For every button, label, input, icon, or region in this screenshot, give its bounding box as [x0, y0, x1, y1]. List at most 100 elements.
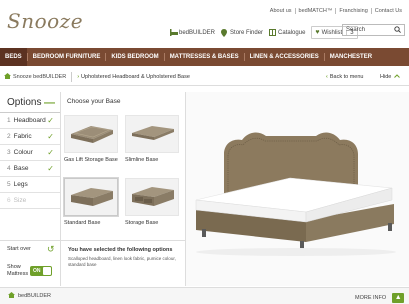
option-label: Size	[13, 197, 27, 204]
base-tile-gas-lift[interactable]: Gas Lift Storage Base	[64, 115, 118, 163]
crumb-divider	[71, 72, 73, 82]
option-label: Base	[13, 165, 29, 172]
contact-us-link[interactable]: Contact Us	[370, 8, 405, 14]
home-icon	[8, 292, 15, 300]
check-icon: ✓	[47, 132, 54, 141]
crumb-home-label: Snooze bedBUILDER	[13, 74, 67, 80]
catalogue-icon	[269, 29, 277, 36]
check-icon: ✓	[47, 148, 54, 157]
show-mattress-line1: Show	[7, 264, 21, 270]
option-size: 6 Size	[0, 193, 60, 209]
more-info-label: MORE INFO	[355, 295, 387, 301]
selection-summary-title: You have selected the following options	[68, 247, 173, 253]
option-label: Fabric	[13, 133, 32, 140]
bedbuilder-link[interactable]: bedBUILDER	[170, 29, 215, 36]
option-base[interactable]: 4 Base ✓	[0, 161, 60, 177]
base-tile-label: Storage Base	[125, 220, 159, 226]
option-fabric[interactable]: 2 Fabric ✓	[0, 129, 60, 145]
more-info-button[interactable]: MORE INFO ▲	[355, 293, 405, 303]
show-mattress-label: Show Mattress	[7, 264, 28, 278]
show-mattress-line2: Mattress	[7, 271, 29, 277]
option-label: Colour	[13, 149, 33, 156]
nav-mattresses-bases[interactable]: MATTRESSES & BASES	[165, 48, 244, 66]
option-number: 2	[7, 133, 11, 140]
options-title: Options	[7, 97, 42, 108]
page: Snooze About us bedMATCH™ Franchising Co…	[0, 0, 409, 304]
base-tile-slimline[interactable]: Slimline Base	[125, 115, 179, 163]
option-colour[interactable]: 3 Colour ✓	[0, 145, 60, 161]
nav-linen-accessories[interactable]: LINEN & ACCESSORIES	[245, 48, 324, 66]
options-panel: Options — 1 Headboard ✓ 2 Fabric ✓ 3 Colour…	[0, 92, 60, 286]
undo-icon[interactable]: ↺	[47, 244, 55, 255]
heart-icon: ♥	[315, 29, 320, 36]
crumb-home[interactable]: Snooze bedBUILDER	[0, 73, 66, 81]
nav-bedroom-furniture[interactable]: BEDROOM FURNITURE	[28, 48, 106, 66]
main-nav: BEDS BEDROOM FURNITURE KIDS BEDROOM MATT…	[0, 48, 409, 66]
about-us-link[interactable]: About us	[267, 8, 295, 14]
back-to-menu-label: Back to menu	[329, 74, 364, 80]
base-tile-label: Standard Base	[64, 220, 101, 226]
standard-base-image	[64, 178, 118, 216]
home-icon	[4, 73, 11, 81]
base-tile-label: Slimline Base	[125, 157, 159, 163]
options-header: Options —	[0, 92, 60, 113]
check-icon: ✓	[47, 116, 54, 125]
slimline-base-image	[125, 115, 179, 153]
hide-button[interactable]: Hide	[380, 74, 401, 80]
wishlist-label: Wishlist	[321, 29, 343, 36]
base-choice-title: Choose your Base	[67, 98, 121, 105]
store-finder-link[interactable]: Store Finder	[221, 29, 264, 37]
search-placeholder: Search	[346, 27, 366, 33]
option-label: Legs	[13, 181, 28, 188]
base-tile-label: Gas Lift Storage Base	[64, 157, 118, 163]
collapse-minus-icon[interactable]: —	[44, 97, 55, 109]
crumb-current: › Upholstered Headboard & Upholstered Ba…	[77, 74, 190, 80]
snooze-logo[interactable]: Snooze	[7, 9, 83, 33]
bed-preview	[186, 92, 409, 286]
search-input[interactable]: Search	[342, 24, 405, 36]
start-over-button[interactable]: Start over	[7, 246, 31, 252]
chevron-up-icon: ▲	[392, 293, 405, 303]
option-headboard[interactable]: 1 Headboard ✓	[0, 113, 60, 129]
site-header: Snooze About us bedMATCH™ Franchising Co…	[0, 0, 409, 46]
chevron-up-icon	[394, 74, 401, 80]
nav-beds[interactable]: BEDS	[0, 48, 27, 66]
search-icon[interactable]	[394, 25, 401, 35]
store-finder-label: Store Finder	[230, 29, 264, 36]
chevron-right-icon: ›	[77, 74, 80, 80]
crumb-title-label: Upholstered Headboard & Upholstered Base	[81, 74, 190, 80]
header-tools: bedBUILDER Store Finder Catalogue ♥ Wish…	[170, 26, 358, 39]
toggle-label: ON	[33, 268, 41, 274]
map-pin-icon	[221, 29, 228, 37]
option-legs[interactable]: 5 Legs	[0, 177, 60, 193]
base-tile-standard[interactable]: Standard Base	[64, 178, 118, 226]
toggle-knob	[43, 267, 51, 275]
selection-summary: You have selected the following options …	[68, 247, 183, 267]
franchising-link[interactable]: Franchising	[335, 8, 370, 14]
bedmatch-link[interactable]: bedMATCH™	[294, 8, 336, 14]
option-number: 4	[7, 165, 11, 172]
back-to-menu-link[interactable]: ‹ Back to menu	[326, 74, 363, 80]
option-label: Headboard	[13, 117, 46, 124]
option-number: 3	[7, 149, 11, 156]
footer-bedbuilder[interactable]: bedBUILDER	[0, 292, 51, 300]
bed-render-image	[195, 132, 396, 256]
footer-left-label: bedBUILDER	[18, 293, 52, 299]
base-tile-storage[interactable]: Storage Base	[125, 178, 179, 226]
chevron-left-icon: ‹	[326, 74, 328, 80]
hide-label: Hide	[380, 74, 392, 80]
footer-bar: bedBUILDER MORE INFO ▲	[0, 287, 409, 304]
catalogue-link[interactable]: Catalogue	[269, 29, 305, 36]
nav-manchester[interactable]: MANCHESTER	[325, 48, 377, 66]
top-links: About us bedMATCH™ Franchising Contact U…	[267, 8, 405, 14]
option-number: 1	[7, 117, 11, 124]
show-mattress-toggle[interactable]: ON	[30, 266, 52, 276]
option-number: 5	[7, 181, 11, 188]
bedbuilder-label: bedBUILDER	[179, 29, 216, 36]
check-icon: ✓	[47, 164, 54, 173]
nav-kids-bedroom[interactable]: KIDS BEDROOM	[106, 48, 163, 66]
option-number: 6	[7, 197, 11, 204]
selection-summary-desc: Scalloped headboard, linen look fabric, …	[68, 256, 176, 267]
storage-base-image	[125, 178, 179, 216]
catalogue-label: Catalogue	[278, 29, 306, 36]
